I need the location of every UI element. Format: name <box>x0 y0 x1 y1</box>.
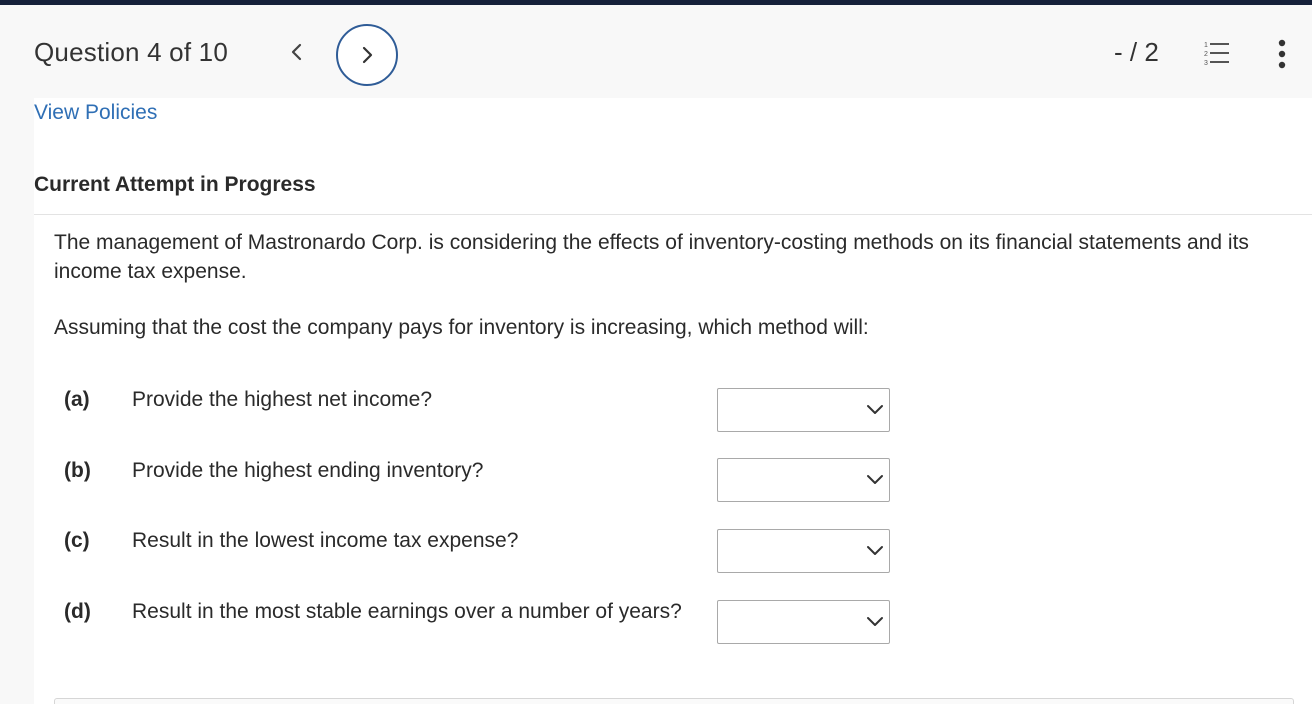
chevron-left-icon <box>291 43 302 61</box>
view-policies-link[interactable]: View Policies <box>34 101 157 125</box>
chevron-right-icon <box>362 46 373 64</box>
svg-text:2: 2 <box>1204 51 1208 58</box>
chevron-down-icon <box>867 617 883 626</box>
answer-dropdown-a[interactable] <box>717 388 890 432</box>
question-counter: Question 4 of 10 <box>34 37 228 67</box>
item-letter: (b) <box>64 459 91 482</box>
chevron-down-icon <box>867 405 883 414</box>
next-section-box <box>54 698 1294 704</box>
question-panel: View Policies Current Attempt in Progres… <box>34 98 1312 704</box>
previous-question-button[interactable] <box>283 35 311 69</box>
more-vertical-icon <box>1278 39 1286 69</box>
more-options-button[interactable] <box>1270 37 1294 71</box>
question-prompt: Assuming that the cost the company pays … <box>54 316 869 339</box>
item-text: Result in the most stable earnings over … <box>132 600 682 623</box>
answer-dropdown-d[interactable] <box>717 600 890 644</box>
next-question-button[interactable] <box>336 24 398 86</box>
answer-dropdown-c[interactable] <box>717 529 890 573</box>
question-intro: The management of Mastronardo Corp. is c… <box>54 231 1249 283</box>
item-letter: (c) <box>64 529 90 552</box>
item-letter: (a) <box>64 388 90 411</box>
svg-text:1: 1 <box>1204 42 1208 49</box>
answer-dropdown-b[interactable] <box>717 458 890 502</box>
svg-text:3: 3 <box>1204 60 1208 67</box>
divider <box>34 214 1312 215</box>
numbered-list-icon: 1 2 3 <box>1204 42 1229 67</box>
item-letter: (d) <box>64 600 91 623</box>
chevron-down-icon <box>867 546 883 555</box>
question-header: Question 4 of 10 - / 2 1 2 3 <box>0 5 1312 98</box>
chevron-down-icon <box>867 475 883 484</box>
score-display: - / 2 <box>1114 37 1159 67</box>
item-text: Result in the lowest income tax expense? <box>132 529 519 552</box>
item-text: Provide the highest ending inventory? <box>132 459 484 482</box>
question-list-button[interactable]: 1 2 3 <box>1199 38 1233 68</box>
item-text: Provide the highest net income? <box>132 388 433 411</box>
attempt-heading: Current Attempt in Progress <box>34 173 316 196</box>
